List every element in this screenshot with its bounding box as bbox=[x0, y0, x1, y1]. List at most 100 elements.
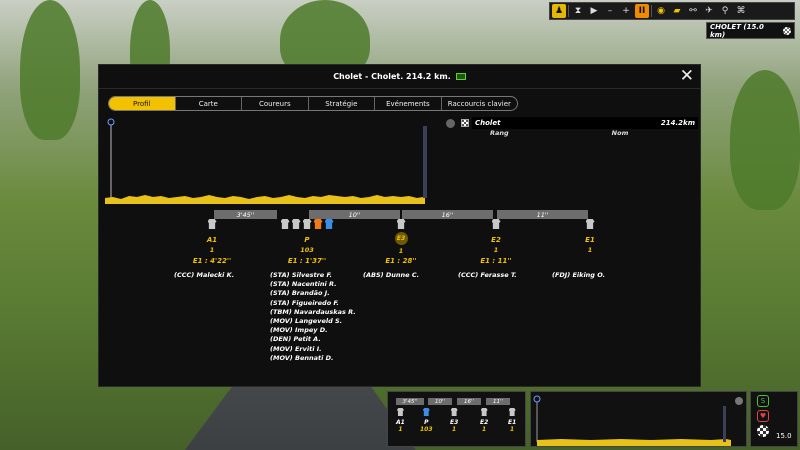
group-count: 1 bbox=[398, 247, 404, 255]
tab-carte[interactable]: Carte bbox=[176, 97, 243, 110]
stage-profile-chart bbox=[105, 118, 429, 208]
plus-icon[interactable]: + bbox=[619, 4, 633, 18]
finish-distance: 214.2km bbox=[660, 119, 695, 127]
rider-group[interactable]: E3 1 bbox=[394, 219, 408, 255]
jersey-icon[interactable] bbox=[313, 219, 323, 229]
jersey-icon[interactable] bbox=[207, 219, 217, 229]
jersey-icon[interactable] bbox=[291, 219, 301, 229]
rider-group[interactable]: P 103 bbox=[280, 219, 335, 254]
minus-icon[interactable]: – bbox=[603, 4, 617, 18]
jersey-icon bbox=[508, 408, 516, 416]
game-control-toolbar: ♟ ⧗ ▶ – + II ◉ ▰ ⚯ ✈ ⚲ ⌘ bbox=[549, 2, 795, 20]
background-tree bbox=[20, 0, 80, 140]
motorbike-icon[interactable]: ⚯ bbox=[686, 4, 700, 18]
tab-profil[interactable]: Profil bbox=[109, 97, 176, 110]
rider-name[interactable]: (MOV) Langeveld S. bbox=[270, 317, 356, 326]
helicopter-icon[interactable]: ✈ bbox=[702, 4, 716, 18]
mini-rider-group[interactable]: A1 1 bbox=[396, 408, 405, 433]
tab-raccourcis-clavier[interactable]: Raccourcis clavier bbox=[442, 97, 517, 110]
mini-groups-panel[interactable]: 3'45'' 10'' 16'' 11'' A1 1 P 103 E3 1 E2 1 E1 1 bbox=[387, 391, 526, 447]
rider-name[interactable]: (CCC) Malecki K. bbox=[174, 271, 234, 280]
toolbar-separator bbox=[651, 5, 652, 17]
mini-group-label: E2 bbox=[480, 419, 489, 426]
location-label: CHOLET (15.0 km) bbox=[710, 22, 764, 39]
mini-rider-group[interactable]: E1 1 bbox=[508, 408, 516, 433]
group-rider-list: (CCC) Malecki K. bbox=[174, 271, 234, 280]
mini-group-count: 1 bbox=[398, 426, 403, 433]
broadcast-icon[interactable]: ⌘ bbox=[734, 4, 748, 18]
group-rider-list: (STA) Silvestre F. (STA) Nacentini R. (STA… bbox=[270, 271, 356, 363]
jersey-icon bbox=[396, 408, 404, 416]
group-gap-to-leader: E1 : 1'37'' bbox=[287, 257, 327, 265]
mini-group-label: P bbox=[424, 419, 429, 426]
jersey-icon[interactable] bbox=[324, 219, 334, 229]
group-label: A1 bbox=[206, 236, 218, 244]
window-header: Cholet - Cholet. 214.2 km. ✕ bbox=[99, 65, 700, 89]
mini-gap-bar: 16'' bbox=[457, 398, 481, 405]
mini-toggle-dot-icon[interactable] bbox=[735, 397, 743, 405]
group-gap-to-leader: E1 : 4'22'' bbox=[192, 257, 232, 265]
pause-icon[interactable]: II bbox=[635, 4, 649, 18]
car-icon[interactable]: ▰ bbox=[670, 4, 684, 18]
mini-group-count: 1 bbox=[510, 426, 515, 433]
rider-group[interactable]: A1 1 bbox=[207, 219, 218, 254]
jersey-icon[interactable] bbox=[302, 219, 312, 229]
speed-readout: 15.0 bbox=[776, 432, 792, 440]
mini-group-label: A1 bbox=[396, 419, 405, 426]
tab-evénements[interactable]: Evénements bbox=[375, 97, 442, 110]
rider-name[interactable]: (MOV) Bennati D. bbox=[270, 354, 356, 363]
jersey-icon[interactable] bbox=[491, 219, 501, 229]
group-count: 103 bbox=[300, 246, 314, 254]
person-icon[interactable]: ♟ bbox=[552, 4, 566, 18]
rider-name[interactable]: (STA) Figueiredo F. bbox=[270, 299, 356, 308]
start-marker bbox=[107, 118, 115, 198]
mini-gap-bar: 3'45'' bbox=[396, 398, 424, 405]
jersey-icon bbox=[422, 408, 430, 416]
window-title: Cholet - Cholet. 214.2 km. bbox=[333, 72, 451, 81]
mini-profile-panel[interactable] bbox=[530, 391, 747, 447]
rider-group[interactable]: E2 1 bbox=[491, 219, 502, 254]
current-position-marker bbox=[423, 126, 427, 198]
rider-name[interactable]: (CCC) Ferasse T. bbox=[458, 271, 517, 280]
rider-name[interactable]: (ABS) Dunne C. bbox=[363, 271, 419, 280]
ranking-titlebar: Cholet 214.2km bbox=[472, 117, 698, 129]
mini-rider-group[interactable]: E2 1 bbox=[480, 408, 488, 433]
mini-group-count: 103 bbox=[420, 426, 433, 433]
jersey-icon[interactable] bbox=[396, 219, 406, 229]
finish-ranking-panel: Cholet 214.2km Rang Nom bbox=[446, 117, 698, 139]
mini-group-count: 1 bbox=[482, 426, 487, 433]
mini-rider-group[interactable]: E3 1 bbox=[450, 408, 458, 433]
rider-name[interactable]: (STA) Brandão J. bbox=[270, 289, 356, 298]
rider-group[interactable]: E1 1 bbox=[585, 219, 596, 254]
rider-name[interactable]: (MOV) Impey D. bbox=[270, 326, 356, 335]
bike-icon[interactable]: ⚲ bbox=[718, 4, 732, 18]
toggle-dot-icon[interactable] bbox=[446, 118, 455, 128]
finish-flag-icon[interactable] bbox=[757, 425, 769, 437]
group-gap-to-leader: E1 : 11'' bbox=[480, 257, 512, 265]
play-icon[interactable]: ▶ bbox=[587, 4, 601, 18]
mini-elevation-profile bbox=[537, 439, 731, 446]
gap-bar: 16'' bbox=[402, 210, 493, 219]
toolbar-separator bbox=[568, 5, 569, 17]
column-name[interactable]: Nom bbox=[612, 129, 629, 139]
rider-name[interactable]: (FDJ) Eiking O. bbox=[552, 271, 605, 280]
energy-icon[interactable]: S bbox=[757, 395, 769, 407]
rider-name[interactable]: (DEN) Petit A. bbox=[270, 335, 356, 344]
current-location-display[interactable]: CHOLET (15.0 km) bbox=[706, 22, 795, 39]
hourglass-icon[interactable]: ⧗ bbox=[571, 4, 585, 18]
jersey-icon[interactable] bbox=[280, 219, 290, 229]
heart-rate-icon[interactable]: ♥ bbox=[757, 410, 769, 422]
stage-info-window: Cholet - Cholet. 214.2 km. ✕ Profil Carte… bbox=[98, 64, 701, 387]
rider-name[interactable]: (TBM) Navardauskas R. bbox=[270, 308, 356, 317]
mini-rider-group[interactable]: P 103 bbox=[420, 408, 433, 433]
tab-stratégie[interactable]: Stratégie bbox=[309, 97, 376, 110]
eye-icon[interactable]: ◉ bbox=[654, 4, 668, 18]
close-icon[interactable]: ✕ bbox=[680, 68, 694, 85]
jersey-icon[interactable] bbox=[585, 219, 595, 229]
tab-coureurs[interactable]: Coureurs bbox=[242, 97, 309, 110]
finish-name: Cholet bbox=[475, 119, 501, 127]
rider-name[interactable]: (STA) Nacentini R. bbox=[270, 280, 356, 289]
rider-name[interactable]: (STA) Silvestre F. bbox=[270, 271, 356, 280]
rider-name[interactable]: (MOV) Erviti I. bbox=[270, 345, 356, 354]
column-rank[interactable]: Rang bbox=[490, 129, 509, 139]
